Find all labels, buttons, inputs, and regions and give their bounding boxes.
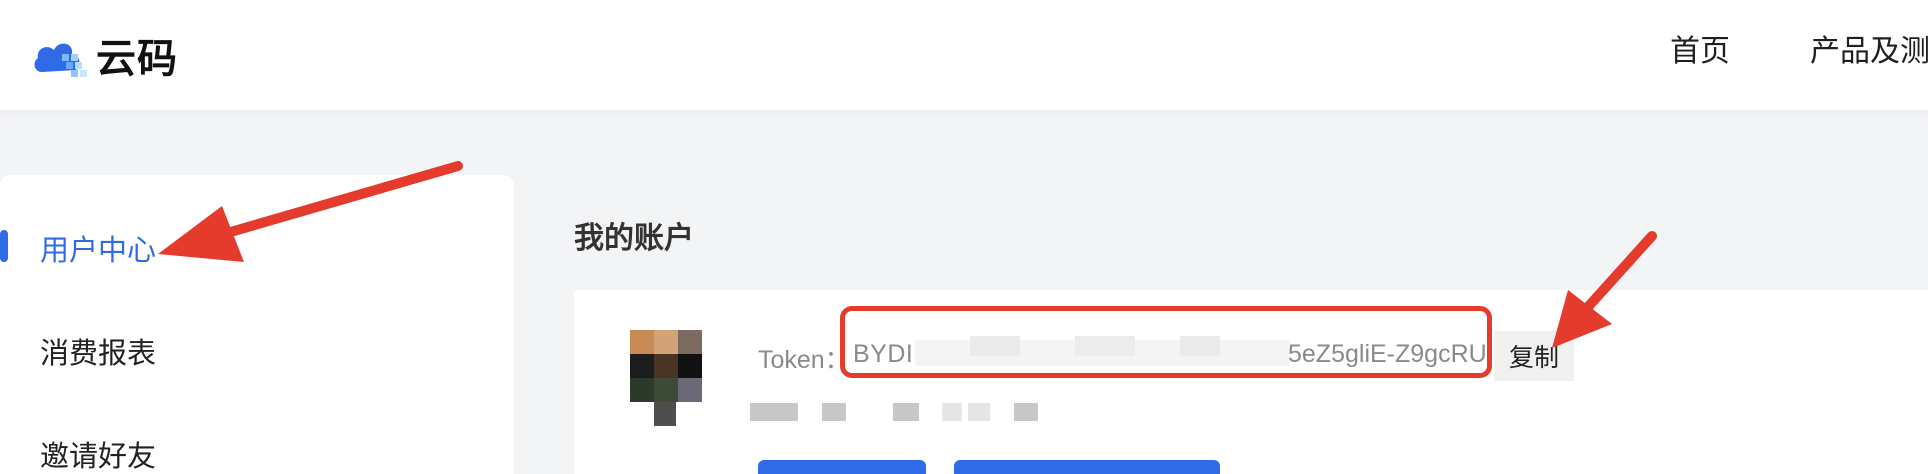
sidebar-item-consumption-report[interactable]: 消费报表 [40,330,156,372]
redacted-text [968,403,990,421]
token-label: Token： [758,346,850,374]
brand-name: 云码 [96,37,178,81]
redacted-text [750,403,798,421]
primary-action-button[interactable] [758,460,926,474]
sidebar-item-invite-friends[interactable]: 邀请好友 [40,433,156,474]
nav-products[interactable]: 产品及测 [1810,26,1928,70]
copy-token-button[interactable]: 复制 [1494,331,1574,381]
sidebar [0,175,514,474]
page-title: 我的账户 [574,222,694,255]
redacted-text [822,403,846,421]
sidebar-active-indicator [0,230,8,262]
cloud-logo-icon [32,32,92,78]
redacted-text [942,403,962,421]
redacted-text [893,403,919,421]
sidebar-item-user-center[interactable]: 用户中心 [40,227,156,269]
top-nav: 首页 产品及测 [1670,26,1928,70]
secondary-action-button[interactable] [954,460,1220,474]
redacted-text [1014,403,1038,421]
top-bar: 云码 首页 产品及测 [0,0,1928,110]
nav-home[interactable]: 首页 [1670,26,1730,70]
avatar [630,330,702,426]
logo[interactable]: 云码 [32,26,178,84]
annotation-highlight-box [840,306,1492,378]
